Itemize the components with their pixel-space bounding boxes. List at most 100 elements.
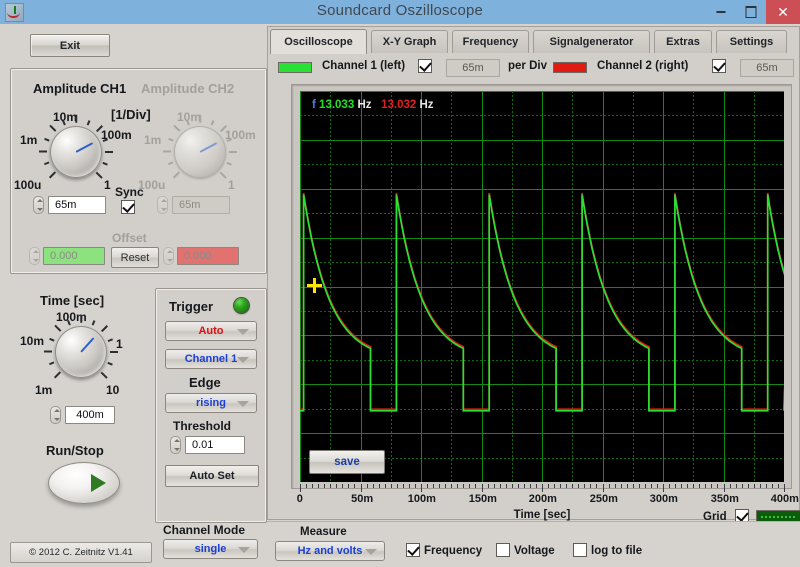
frequency-checkbox[interactable] bbox=[406, 543, 420, 557]
channel-mode-dropdown[interactable]: single bbox=[163, 539, 258, 559]
ch1-value-input[interactable]: 65m bbox=[48, 196, 106, 214]
ruler-tick bbox=[560, 484, 561, 488]
close-icon[interactable]: ✕ bbox=[766, 0, 800, 24]
ruler-tick bbox=[306, 484, 307, 488]
ruler-tick bbox=[663, 484, 664, 492]
channel-1-label: Channel 1 (left) bbox=[322, 60, 406, 72]
channel-2-label: Channel 2 (right) bbox=[597, 60, 689, 72]
x-tick-label: 150m bbox=[468, 493, 497, 505]
chevron-down-icon bbox=[365, 549, 377, 555]
measure-bar: Measure Hz and volts Frequency Voltage l… bbox=[267, 521, 800, 567]
ruler-tick bbox=[772, 484, 773, 488]
ruler-tick bbox=[379, 484, 380, 488]
ruler-tick bbox=[778, 484, 779, 488]
time-scale-100m: 100m bbox=[56, 310, 87, 324]
ch1-value-stepper[interactable] bbox=[33, 196, 44, 214]
measure-mode-dropdown[interactable]: Hz and volts bbox=[275, 541, 385, 561]
tab-frequency[interactable]: Frequency bbox=[452, 30, 529, 53]
ruler-tick bbox=[578, 484, 579, 488]
time-scale-1: 1 bbox=[116, 337, 123, 351]
ruler-tick bbox=[342, 484, 343, 488]
knob-tick bbox=[49, 125, 57, 133]
ruler-tick bbox=[693, 484, 694, 488]
ruler-tick bbox=[572, 484, 573, 488]
tab-label: X-Y Graph bbox=[382, 36, 437, 48]
trigger-edge-dropdown[interactable]: rising bbox=[165, 393, 257, 413]
x-tick-label: 200m bbox=[528, 493, 557, 505]
sync-checkbox[interactable] bbox=[121, 200, 135, 214]
ruler-tick bbox=[633, 484, 634, 488]
ruler-tick bbox=[705, 484, 706, 488]
time-base-knob[interactable] bbox=[44, 315, 118, 379]
minimize-button[interactable] bbox=[706, 0, 736, 24]
ruler-tick bbox=[675, 484, 676, 488]
tab-extras[interactable]: Extras bbox=[654, 30, 712, 53]
trigger-source-dropdown[interactable]: Channel 1 bbox=[165, 349, 257, 369]
ch2-scale-label-1: 1 bbox=[228, 178, 235, 192]
channel-1-color-swatch bbox=[278, 62, 312, 73]
frequency-label: Frequency bbox=[424, 545, 483, 557]
run-stop-button[interactable] bbox=[48, 462, 120, 504]
channel-1-enable-checkbox[interactable] bbox=[418, 59, 432, 73]
tab-settings[interactable]: Settings bbox=[716, 30, 787, 53]
auto-set-button[interactable]: Auto Set bbox=[165, 465, 259, 487]
ruler-tick bbox=[391, 484, 392, 488]
ruler-tick bbox=[736, 484, 737, 488]
ruler-tick bbox=[409, 484, 410, 488]
trigger-title: Trigger bbox=[169, 299, 214, 314]
ruler-tick bbox=[554, 484, 555, 488]
ruler-tick bbox=[651, 484, 652, 488]
scope-display[interactable]: f 13.033 Hz 13.032 Hz save bbox=[300, 91, 784, 482]
x-tick-label: 350m bbox=[710, 493, 739, 505]
time-scale-1m: 1m bbox=[35, 383, 53, 397]
time-value-stepper[interactable] bbox=[50, 406, 61, 424]
threshold-stepper[interactable] bbox=[170, 436, 181, 454]
amplitude-ch2-knob[interactable] bbox=[163, 115, 237, 179]
ruler-tick bbox=[542, 484, 543, 492]
knob-tick bbox=[168, 162, 174, 166]
play-icon bbox=[91, 474, 106, 492]
trigger-mode-dropdown[interactable]: Auto bbox=[165, 321, 257, 341]
ruler-tick bbox=[330, 484, 331, 488]
threshold-input[interactable]: 0.01 bbox=[185, 436, 245, 454]
knob-tick bbox=[173, 171, 181, 179]
maximize-button[interactable] bbox=[736, 0, 766, 24]
channel-2-div-value: 65m bbox=[740, 59, 794, 77]
knob-tick bbox=[100, 325, 108, 333]
tab-signalgenerator[interactable]: Signalgenerator bbox=[533, 30, 650, 53]
ch2-scale-label-1m: 1m bbox=[144, 133, 162, 147]
knob-tick bbox=[49, 171, 57, 179]
amplitude-ch1-knob[interactable] bbox=[39, 115, 113, 179]
time-value-input[interactable]: 400m bbox=[65, 406, 115, 424]
exit-button[interactable]: Exit bbox=[30, 34, 110, 57]
offset-reset-button[interactable]: Reset bbox=[111, 247, 159, 268]
tab-oscilloscope[interactable]: Oscilloscope bbox=[270, 29, 367, 54]
ruler-tick bbox=[645, 484, 646, 488]
ruler-tick bbox=[596, 484, 597, 488]
knob-tick bbox=[229, 151, 237, 153]
voltage-checkbox[interactable] bbox=[496, 543, 510, 557]
channel-1-div-value: 65m bbox=[446, 59, 500, 77]
channel-2-enable-checkbox[interactable] bbox=[712, 59, 726, 73]
ruler-tick bbox=[439, 484, 440, 488]
ruler-tick bbox=[717, 484, 718, 488]
ruler-tick bbox=[482, 484, 483, 492]
knob-tick bbox=[199, 115, 201, 123]
channel-bar: Channel 1 (left) 65m per Div Channel 2 (… bbox=[270, 56, 798, 80]
knob-tick bbox=[95, 171, 103, 179]
log-to-file-checkbox[interactable] bbox=[573, 543, 587, 557]
ruler-tick bbox=[615, 484, 616, 488]
chevron-down-icon bbox=[237, 357, 249, 363]
ruler-tick bbox=[336, 484, 337, 488]
x-tick-label: 0 bbox=[296, 493, 303, 505]
ch1-scale-label-1: 1 bbox=[104, 178, 111, 192]
offset-ch2-value: 0.000 bbox=[177, 247, 239, 265]
x-tick-label: 300m bbox=[649, 493, 678, 505]
tab-x-y-graph[interactable]: X-Y Graph bbox=[371, 30, 448, 53]
ch1-scale-label-1m: 1m bbox=[20, 133, 38, 147]
ruler-tick bbox=[536, 484, 537, 488]
threshold-label: Threshold bbox=[173, 419, 232, 433]
knob-tick bbox=[49, 362, 55, 366]
knob-tick bbox=[49, 338, 55, 342]
save-button[interactable]: save bbox=[309, 450, 385, 474]
